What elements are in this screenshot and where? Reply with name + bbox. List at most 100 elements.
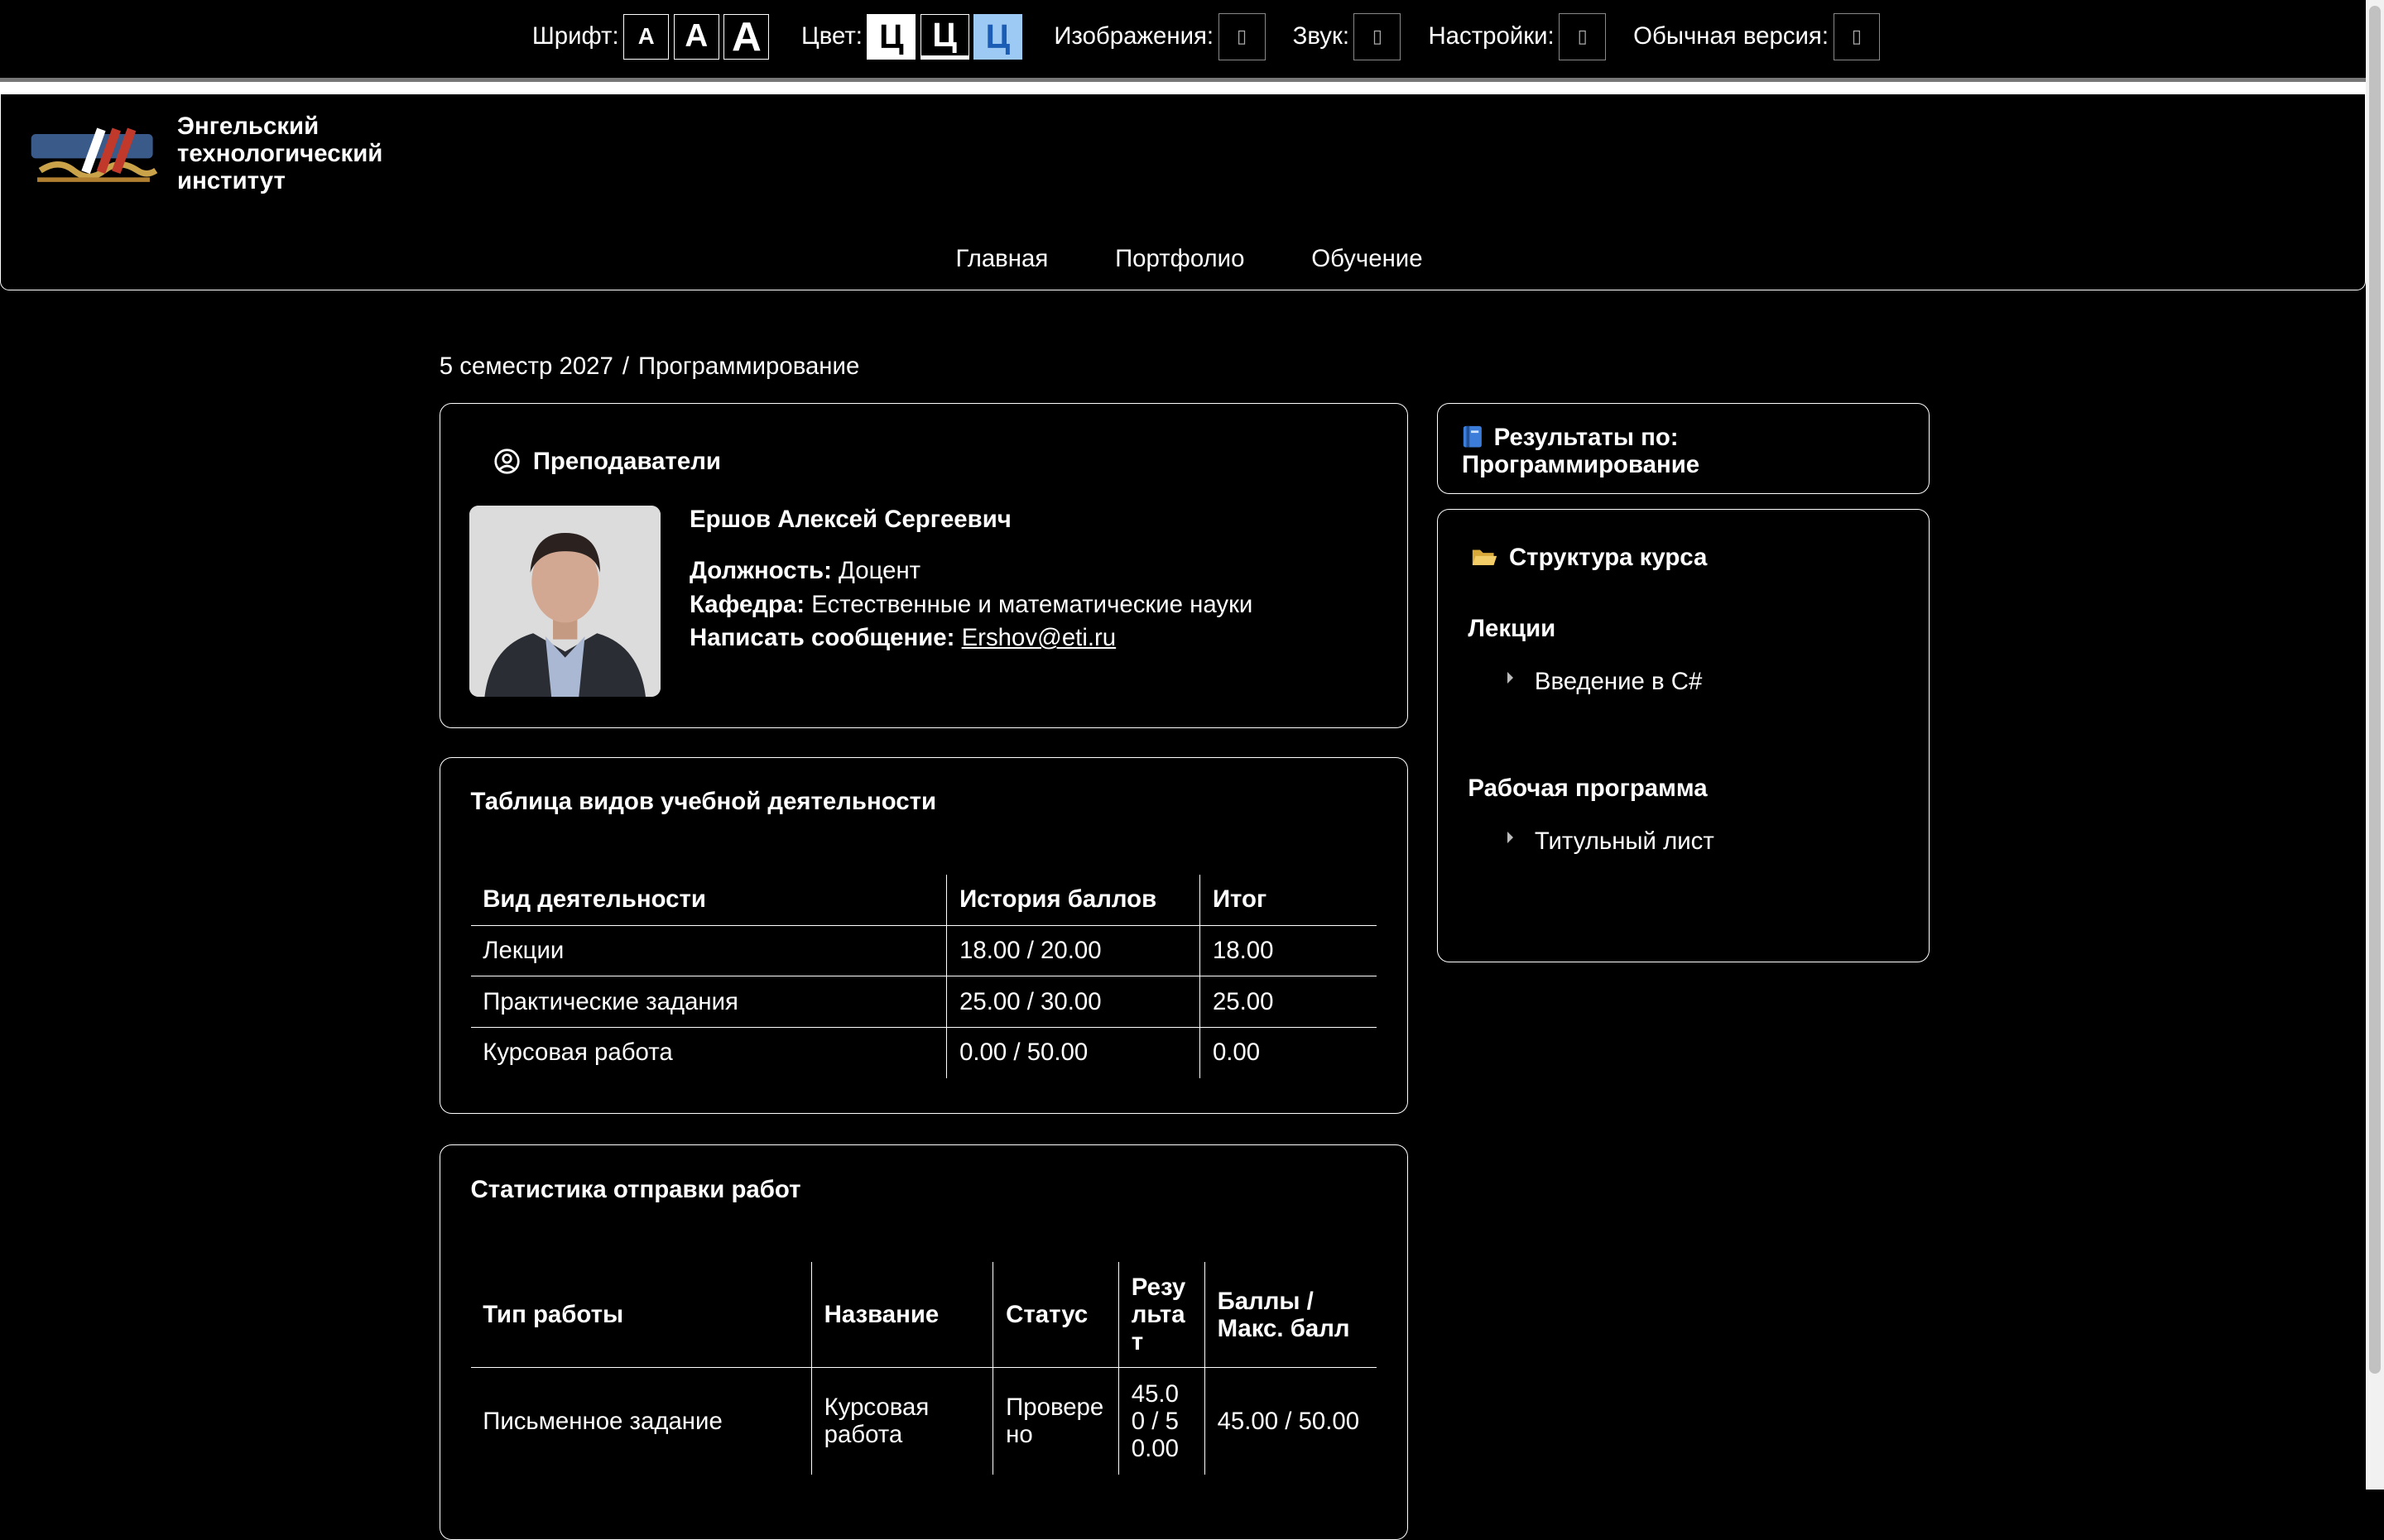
course-structure-title: Структура курса xyxy=(1508,543,1708,571)
settings-label: Настройки: xyxy=(1428,22,1555,50)
images-toggle-button[interactable]: ▯ xyxy=(1218,12,1266,60)
table-cell: 0.00 / 50.00 xyxy=(946,1027,1201,1078)
institute-logo[interactable] xyxy=(28,125,159,185)
table-cell: 0.00 xyxy=(1212,1039,1261,1067)
position-label: Должность: xyxy=(690,557,832,585)
table-cell: Лекции xyxy=(470,925,948,977)
header-result: Резу льта т xyxy=(1118,1262,1205,1369)
section-work-program[interactable]: Рабочая программа xyxy=(1468,775,1707,803)
teacher-department: Кафедра: Естественные и математические н… xyxy=(690,588,1252,621)
expand-arrow-icon xyxy=(1507,831,1513,843)
department-value: Естественные и математические науки xyxy=(811,590,1253,618)
message-label: Написать сообщение: xyxy=(690,624,955,652)
scrollbar-thumb[interactable] xyxy=(2368,6,2382,1374)
sound-label: Звук: xyxy=(1292,22,1349,50)
toolbar-divider-white xyxy=(0,82,2366,94)
site-header: Энгельский технологический институт Глав… xyxy=(0,94,2366,290)
nav-learning[interactable]: Обучение xyxy=(1311,245,1422,273)
table-header-row: Вид деятельности История баллов Итог xyxy=(470,875,1377,926)
table-cell: 45.00 / 50.00 xyxy=(1217,1407,1360,1435)
settings-group: Настройки: ▯ xyxy=(1428,12,1607,60)
table-cell: Курсовая работа xyxy=(811,1367,994,1475)
teachers-card: Преподаватели Ершов Алексей Сергеевич До… xyxy=(439,402,1408,728)
teachers-header: Преподаватели xyxy=(493,448,721,476)
course-structure-header: Структура курса xyxy=(1471,544,1707,572)
table-cell: 25.00 xyxy=(1199,976,1377,1028)
normal-version-button[interactable]: ▯ xyxy=(1833,12,1881,60)
teacher-photo xyxy=(469,505,661,698)
nav-home[interactable]: Главная xyxy=(955,245,1048,273)
header-title: Название xyxy=(811,1262,994,1369)
teacher-email-link[interactable]: Ershov@eti.ru xyxy=(962,624,1117,651)
breadcrumb-separator: / xyxy=(622,353,630,381)
results-title-line2: Программирование xyxy=(1462,450,1700,478)
table-row: Практические задания 25.00 / 30.00 25.00 xyxy=(470,976,1377,1028)
activities-table: Вид деятельности История баллов Итог Лек… xyxy=(470,875,1377,1078)
font-large-button[interactable]: A xyxy=(723,13,770,60)
user-circle-icon xyxy=(494,449,520,475)
accessibility-toolbar: Шрифт: A A A Цвет: Ц Ц Ц Изображения: ▯ … xyxy=(0,0,2366,76)
table-row: Письменное задание Курсовая работа Прове… xyxy=(470,1367,1377,1475)
font-small-button[interactable]: A xyxy=(623,13,670,60)
header-score-history: История баллов xyxy=(946,875,1201,926)
header-total: Итог xyxy=(1199,875,1377,926)
activities-title: Таблица видов учебной деятельности xyxy=(470,788,937,816)
table-cell: 18.00 xyxy=(1199,925,1377,977)
table-cell: 25.00 / 30.00 xyxy=(946,976,1201,1028)
results-title: Результаты по: Программирование xyxy=(1462,424,1699,478)
breadcrumb-course: Программирование xyxy=(638,353,860,381)
department-label: Кафедра: xyxy=(690,590,805,618)
course-structure-card: Структура курса Лекции Введение в C# Раб… xyxy=(1436,509,1930,962)
header-score-max: Баллы / Макс. балл xyxy=(1204,1262,1377,1369)
teacher-position: Должность: Доцент xyxy=(690,554,1252,588)
institute-name-line2: технологический xyxy=(177,139,383,167)
expand-arrow-icon xyxy=(1507,671,1513,684)
table-cell: Практические задания xyxy=(470,976,948,1028)
blue-book-icon xyxy=(1463,426,1482,448)
main-nav: Главная Портфолио Обучение xyxy=(955,245,1489,273)
structure-item[interactable]: Введение в C# xyxy=(1507,668,1702,696)
teacher-info: Ершов Алексей Сергеевич Должность: Доцен… xyxy=(690,506,1252,655)
institute-name-line3: институт xyxy=(177,167,286,195)
structure-item[interactable]: Титульный лист xyxy=(1507,828,1714,856)
submission-stats-card: Статистика отправки работ Тип работы Наз… xyxy=(439,1144,1408,1540)
breadcrumb: 5 семестр 2027 / Программирование xyxy=(440,353,859,381)
color-white-button[interactable]: Ц xyxy=(867,13,916,60)
position-value: Доцент xyxy=(839,557,921,585)
sound-toggle-button[interactable]: ▯ xyxy=(1353,12,1401,60)
results-title-line1: Результаты по: xyxy=(1493,423,1679,451)
activities-card: Таблица видов учебной деятельности Вид д… xyxy=(439,756,1408,1115)
open-folder-icon xyxy=(1472,549,1497,565)
header-work-type: Тип работы xyxy=(470,1262,812,1369)
page-scrollbar[interactable] xyxy=(2365,0,2384,1490)
color-blue-button[interactable]: Ц xyxy=(973,13,1022,60)
color-black-button[interactable]: Ц xyxy=(920,13,969,60)
font-medium-button[interactable]: A xyxy=(673,13,719,60)
structure-item-label: Титульный лист xyxy=(1534,828,1714,856)
header-activity-type: Вид деятельности xyxy=(470,875,948,926)
structure-item-label: Введение в C# xyxy=(1534,668,1703,696)
table-cell: Курсовая работа xyxy=(470,1027,948,1078)
images-label: Изображения: xyxy=(1054,22,1214,50)
table-cell: 45.00 / 50.00 xyxy=(1118,1367,1205,1475)
institute-name-line1: Энгельский xyxy=(177,112,320,140)
font-label: Шрифт: xyxy=(531,22,619,50)
table-header-row: Тип работы Название Статус Резу льта т Б… xyxy=(470,1262,1377,1369)
header-status: Статус xyxy=(993,1262,1120,1369)
section-lectures[interactable]: Лекции xyxy=(1468,615,1555,643)
table-row: Лекции 18.00 / 20.00 18.00 xyxy=(470,925,1377,977)
sound-group: Звук: ▯ xyxy=(1292,12,1401,60)
institute-name[interactable]: Энгельский технологический институт xyxy=(177,113,382,194)
color-label: Цвет: xyxy=(800,22,863,50)
normal-version-group: Обычная версия: ▯ xyxy=(1633,12,1881,60)
images-group: Изображения: ▯ xyxy=(1054,12,1266,60)
results-card: Результаты по: Программирование xyxy=(1436,402,1930,494)
nav-portfolio[interactable]: Портфолио xyxy=(1115,245,1244,273)
normal-version-label: Обычная версия: xyxy=(1633,22,1829,50)
color-group: Цвет: Ц Ц Ц xyxy=(800,13,1026,60)
settings-button[interactable]: ▯ xyxy=(1559,12,1607,60)
submission-stats-table: Тип работы Название Статус Резу льта т Б… xyxy=(470,1262,1377,1475)
font-size-group: Шрифт: A A A xyxy=(531,13,774,60)
breadcrumb-semester[interactable]: 5 семестр 2027 xyxy=(440,353,613,380)
table-cell: 18.00 / 20.00 xyxy=(946,925,1201,977)
